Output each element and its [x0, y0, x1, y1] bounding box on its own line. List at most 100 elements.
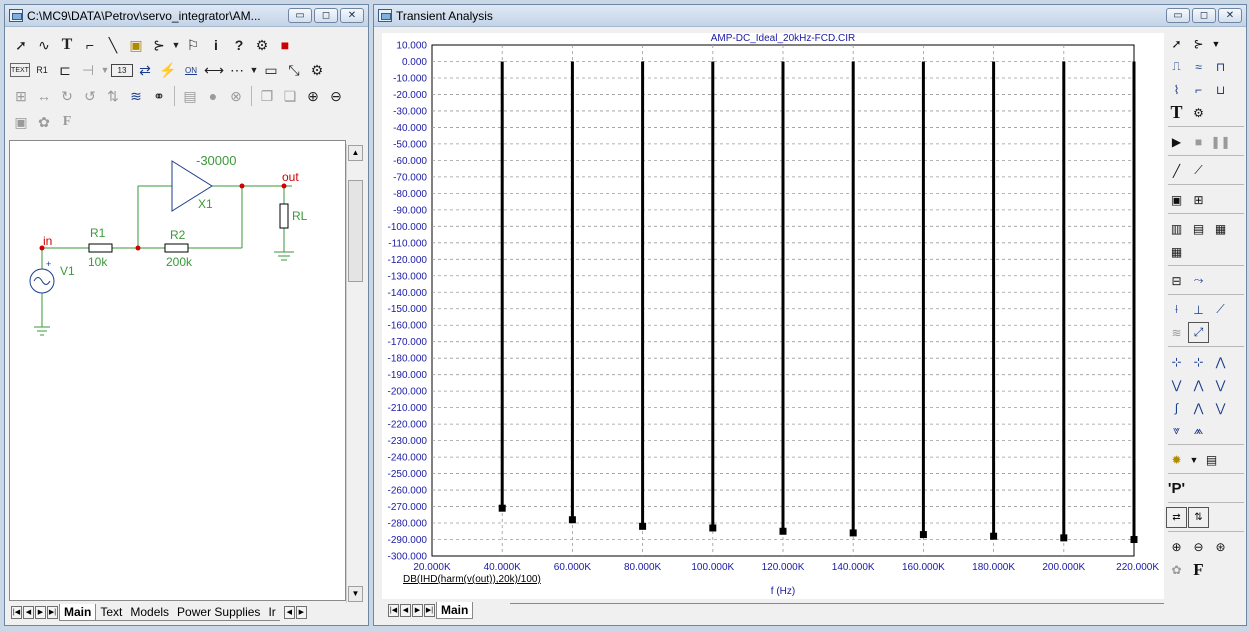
- palette-icon[interactable]: ✿: [33, 111, 55, 133]
- paste-icon[interactable]: ❏: [279, 85, 301, 107]
- find-icon[interactable]: ■: [274, 34, 296, 56]
- flag-icon[interactable]: ⚐: [182, 34, 204, 56]
- plot-area[interactable]: 10.000 0.000 -10.000 -20.000 -30.000 -40.000 -…: [382, 33, 1164, 599]
- help-icon[interactable]: ?: [228, 34, 250, 56]
- global-low-icon[interactable]: ⋁: [1210, 397, 1231, 418]
- probe-icon[interactable]: ⚡: [157, 59, 179, 81]
- table-icon[interactable]: ▦: [1166, 241, 1187, 262]
- horizontal-grid-icon[interactable]: ▤: [1188, 218, 1209, 239]
- direction-icon[interactable]: ⇄: [134, 59, 156, 81]
- copy-icon[interactable]: ❐: [256, 85, 278, 107]
- text-mode-icon[interactable]: TEXT: [10, 63, 30, 77]
- pause-icon[interactable]: ❚❚: [1210, 131, 1231, 152]
- last-page-button[interactable]: ▶|: [424, 603, 435, 617]
- zoom-in-icon[interactable]: ⊕: [1166, 536, 1187, 557]
- trace-icon[interactable]: ⤳: [1188, 270, 1209, 291]
- pin-icon[interactable]: ⊣: [77, 59, 99, 81]
- next-point-icon[interactable]: ⊹: [1166, 351, 1187, 372]
- properties-icon[interactable]: ⚙: [306, 59, 328, 81]
- font-icon[interactable]: F: [56, 111, 78, 133]
- minor-grid-icon[interactable]: ▦: [1210, 218, 1231, 239]
- tab-main[interactable]: Main: [436, 601, 474, 619]
- maximize-button[interactable]: ◻: [1192, 8, 1216, 23]
- cursor-mid-icon[interactable]: ⊥: [1188, 299, 1209, 320]
- grid-icon[interactable]: ⋯: [226, 59, 248, 81]
- pulse-icon[interactable]: ⊔: [1210, 79, 1231, 100]
- wave-ghost-icon[interactable]: ≋: [1166, 322, 1187, 343]
- schematic-titlebar[interactable]: C:\MC9\DATA\Petrov\servo_integrator\AM..…: [5, 5, 368, 27]
- minimize-button[interactable]: ▭: [1166, 8, 1190, 23]
- font-icon[interactable]: F: [1188, 559, 1209, 580]
- schematic-canvas[interactable]: + -30000 X1 out in R1 10k R2 200k RL V1: [9, 140, 346, 601]
- attribute-icon[interactable]: ⚙: [251, 34, 273, 56]
- minimize-button[interactable]: ▭: [288, 8, 312, 23]
- dropdown-icon[interactable]: ▼: [1188, 449, 1200, 470]
- x-axis-icon[interactable]: ⇄: [1166, 507, 1187, 528]
- palette-icon[interactable]: ✿: [1166, 559, 1187, 580]
- next-page-button[interactable]: ▶: [412, 603, 423, 617]
- binoculars-icon[interactable]: ⚭: [148, 85, 170, 107]
- global-high-icon[interactable]: ⋀: [1188, 397, 1209, 418]
- resistor-icon[interactable]: R1: [31, 59, 53, 81]
- zoom-out-icon[interactable]: ⊖: [1188, 536, 1209, 557]
- flip-icon[interactable]: ↺: [79, 85, 101, 107]
- cursor-right-icon[interactable]: ⟋: [1210, 299, 1231, 320]
- high-icon[interactable]: ⋀: [1188, 374, 1209, 395]
- cancel-icon[interactable]: ⊗: [225, 85, 247, 107]
- r1-resistor[interactable]: [88, 243, 113, 253]
- scroll-up-button[interactable]: ▲: [348, 145, 363, 161]
- group-icon[interactable]: ⊞: [10, 85, 32, 107]
- peak-icon[interactable]: ⌇: [1166, 79, 1187, 100]
- camera-icon[interactable]: ▣: [10, 111, 32, 133]
- dropdown-icon[interactable]: ▼: [100, 59, 110, 81]
- dropdown-icon[interactable]: ▼: [1210, 33, 1222, 54]
- cursor-left-icon[interactable]: ⟊: [1166, 299, 1187, 320]
- mirror-icon[interactable]: ⇅: [102, 85, 124, 107]
- wire-icon[interactable]: ∿: [33, 34, 55, 56]
- stop-icon[interactable]: ●: [202, 85, 224, 107]
- tab-scroll-right-button[interactable]: ▶: [295, 605, 307, 619]
- cursor-icon[interactable]: ⤡: [283, 59, 305, 81]
- frame-icon[interactable]: ▣: [1166, 189, 1187, 210]
- r2-resistor[interactable]: [164, 243, 189, 253]
- tab-ir[interactable]: Ir: [264, 604, 280, 621]
- first-page-button[interactable]: |◀: [11, 605, 22, 619]
- line-tool-icon[interactable]: ╱: [1166, 160, 1187, 181]
- tab-text[interactable]: Text: [96, 604, 127, 621]
- maximize-button[interactable]: ◻: [314, 8, 338, 23]
- tab-main[interactable]: Main: [59, 603, 97, 621]
- close-button[interactable]: ✕: [1218, 8, 1242, 23]
- bus-icon[interactable]: ▣: [125, 34, 147, 56]
- tab-power-supplies[interactable]: Power Supplies: [173, 604, 265, 621]
- run-icon[interactable]: ▶: [1166, 131, 1187, 152]
- scroll-down-button[interactable]: ▼: [348, 586, 363, 602]
- waveform-c-icon[interactable]: ⊓: [1210, 56, 1231, 77]
- rl-resistor[interactable]: [279, 203, 289, 229]
- rotate-icon[interactable]: ↻: [56, 85, 78, 107]
- orthogonal-wire-icon[interactable]: ⌐: [79, 34, 101, 56]
- text-icon[interactable]: T: [1166, 102, 1187, 123]
- first-page-button[interactable]: |◀: [388, 603, 399, 617]
- move-icon[interactable]: ↔: [33, 85, 55, 107]
- valley-search-icon[interactable]: ⋁: [1166, 374, 1187, 395]
- grid-icon[interactable]: ⊞: [1188, 189, 1209, 210]
- animate-icon[interactable]: ✹: [1166, 449, 1187, 470]
- zoom-fit-icon[interactable]: ⊛: [1210, 536, 1231, 557]
- component-icon[interactable]: ⊱: [1188, 33, 1209, 54]
- probe-p-icon[interactable]: 'P': [1166, 478, 1187, 499]
- diagonal-wire-icon[interactable]: ╲: [102, 34, 124, 56]
- zoom-in-icon[interactable]: ⊕: [302, 85, 324, 107]
- dropdown-icon[interactable]: ▼: [171, 34, 181, 56]
- scroll-thumb[interactable]: [348, 180, 363, 282]
- comment-icon[interactable]: ▤: [179, 85, 201, 107]
- low-icon[interactable]: ⋁: [1210, 374, 1231, 395]
- baseline-icon[interactable]: ⊟: [1166, 270, 1187, 291]
- page-icon[interactable]: ▭: [260, 59, 282, 81]
- y-axis-icon[interactable]: ⇅: [1188, 507, 1209, 528]
- stop-icon[interactable]: ■: [1188, 131, 1209, 152]
- line-icon[interactable]: ⟷: [203, 59, 225, 81]
- tab-scroll-left-button[interactable]: ◀: [283, 605, 295, 619]
- peak-search-icon[interactable]: ⋀: [1210, 351, 1231, 372]
- zoom-out-icon[interactable]: ⊖: [325, 85, 347, 107]
- plot-horizontal-scrollbar[interactable]: [510, 603, 1164, 609]
